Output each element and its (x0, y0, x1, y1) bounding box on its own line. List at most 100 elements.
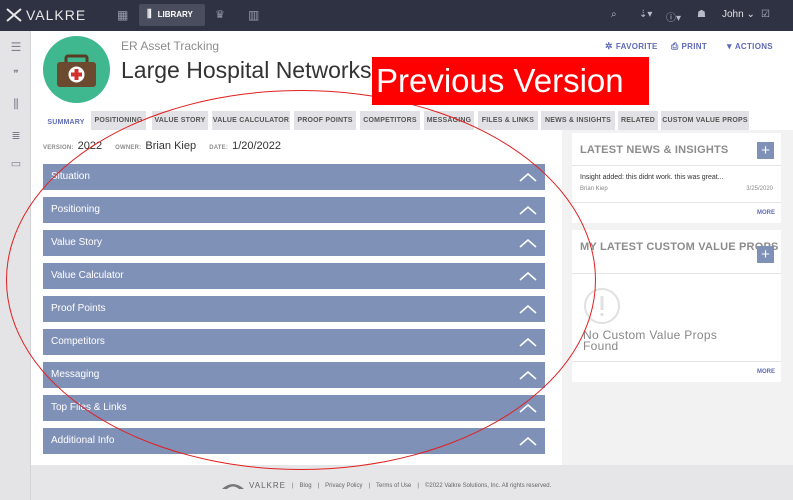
help-icon[interactable]: ⓘ▾ (666, 9, 681, 24)
owner-label: OWNER: (115, 145, 142, 151)
section-value-calculator[interactable]: Value Calculator (43, 263, 545, 289)
tab-value-story[interactable]: VALUE STORY (152, 111, 208, 130)
tab-related[interactable]: RELATED (618, 111, 658, 130)
star-icon: ✲ (605, 41, 613, 51)
section-proof-points[interactable]: Proof Points (43, 296, 545, 322)
favorite-button[interactable]: ✲ FAVORITE (605, 41, 658, 52)
chevron-up-icon[interactable] (519, 371, 537, 380)
comment-icon[interactable]: ▭ (9, 157, 23, 171)
tab-value-calculator[interactable]: VALUE CALCULATOR (212, 111, 290, 130)
checkbox-icon[interactable]: ☑ (761, 9, 770, 20)
search-icon[interactable]: ⌕ (611, 9, 617, 20)
date-label: DATE: (209, 145, 229, 151)
date-value: 1/20/2022 (232, 140, 282, 152)
tab-competitors[interactable]: COMPETITORS (360, 111, 420, 130)
network-icon[interactable]: ☗ (697, 9, 706, 20)
chevron-up-icon[interactable] (519, 437, 537, 446)
section-label: Value Calculator (51, 270, 124, 281)
chevron-up-icon[interactable] (519, 338, 537, 347)
tab-messaging[interactable]: MESSAGING (424, 111, 474, 130)
library-label: LIBRARY (157, 10, 193, 19)
section-label: Situation (51, 171, 90, 182)
news-item-date: 3/25/2020 (746, 186, 773, 192)
first-aid-kit-icon (57, 54, 96, 87)
user-menu[interactable]: John ⌄ (722, 9, 755, 20)
page-title: Large Hospital Networks (121, 57, 372, 83)
library-icon: ⫼ (147, 9, 152, 20)
valkre-x-icon (6, 8, 22, 22)
brand-logo[interactable]: VALKRE (6, 7, 86, 23)
page-footer: VALKRE | Blog | Privacy Policy | Terms o… (31, 465, 793, 500)
version-meta: VERSION: 2022 OWNER: Brian Kiep DATE: 1/20/… (43, 140, 291, 152)
tab-files-links[interactable]: FILES & LINKS (478, 111, 538, 130)
section-additional-info[interactable]: Additional Info (43, 428, 545, 454)
footer-blog-link[interactable]: Blog (300, 483, 312, 489)
owner-value: Brian Kiep (145, 140, 197, 152)
section-label: Additional Info (51, 435, 115, 446)
favorite-label: FAVORITE (615, 42, 658, 51)
library-rail-icon[interactable]: ⫼ (9, 97, 23, 111)
footer-privacy-link[interactable]: Privacy Policy (325, 483, 362, 489)
section-tabs: SUMMARY POSITIONING VALUE STORY VALUE CA… (31, 108, 793, 130)
section-competitors[interactable]: Competitors (43, 329, 545, 355)
quote-icon[interactable]: ❞ (9, 69, 23, 83)
section-messaging[interactable]: Messaging (43, 362, 545, 388)
tab-news-insights[interactable]: NEWS & INSIGHTS (541, 111, 615, 130)
list-icon[interactable]: ≣ (9, 129, 23, 143)
section-positioning[interactable]: Positioning (43, 197, 545, 223)
custom-props-more-link[interactable]: MORE (757, 369, 775, 375)
news-card-title: LATEST NEWS & INSIGHTS (580, 144, 729, 156)
printer-icon: ⎙ (671, 41, 679, 51)
tab-summary[interactable]: SUMMARY (43, 111, 89, 130)
card-divider (572, 361, 781, 362)
exclamation-circle-icon (584, 288, 620, 324)
plus-icon: + (761, 142, 770, 159)
valkre-swoosh-icon (222, 484, 244, 489)
pin-icon[interactable]: ⇣▾ (639, 9, 652, 20)
news-item-text[interactable]: Insight added: this didnt work. this was… (580, 174, 724, 181)
chevron-up-icon[interactable] (519, 239, 537, 248)
left-rail: ☰ ❞ ⫼ ≣ ▭ (0, 31, 31, 500)
actions-label: ACTIONS (734, 42, 773, 51)
menu-icon[interactable]: ☰ (9, 40, 23, 54)
news-insights-card: LATEST NEWS & INSIGHTS + Insight added: … (572, 133, 781, 223)
user-name: John (722, 9, 744, 20)
brand-name: VALKRE (26, 7, 87, 23)
section-label: Value Story (51, 237, 102, 248)
version-label: VERSION: (43, 145, 74, 151)
footer-separator: | (317, 482, 320, 489)
tab-custom-value-props[interactable]: CUSTOM VALUE PROPS (661, 111, 749, 130)
footer-terms-link[interactable]: Terms of Use (376, 483, 411, 489)
section-label: Top Files & Links (51, 402, 127, 413)
print-button[interactable]: ⎙ PRINT (671, 41, 707, 52)
section-situation[interactable]: Situation (43, 164, 545, 190)
footer-links: VALKRE | Blog | Privacy Policy | Terms o… (221, 481, 551, 490)
card-divider (572, 273, 781, 274)
section-label: Competitors (51, 336, 105, 347)
crown-icon[interactable]: ♛ (215, 8, 225, 21)
section-label: Positioning (51, 204, 100, 215)
empty-state-text: No Custom Value Props Found (583, 328, 718, 353)
section-label: Proof Points (51, 303, 106, 314)
actions-button[interactable]: ▾ ACTIONS (727, 41, 773, 52)
chevron-up-icon[interactable] (519, 404, 537, 413)
section-value-story[interactable]: Value Story (43, 230, 545, 256)
section-top-files-links[interactable]: Top Files & Links (43, 395, 545, 421)
tab-proof-points[interactable]: PROOF POINTS (294, 111, 356, 130)
grid-icon[interactable]: ▦ (117, 8, 128, 22)
chevron-up-icon[interactable] (519, 173, 537, 182)
card-divider (572, 165, 781, 166)
chevron-up-icon[interactable] (519, 206, 537, 215)
tab-positioning[interactable]: POSITIONING (91, 111, 146, 130)
add-custom-prop-button[interactable]: + (757, 246, 774, 263)
card-divider (572, 202, 781, 203)
print-label: PRINT (681, 42, 708, 51)
footer-separator: | (291, 482, 294, 489)
add-insight-button[interactable]: + (757, 142, 774, 159)
library-nav-button[interactable]: ⫼ LIBRARY (139, 4, 205, 26)
chevron-up-icon[interactable] (519, 305, 537, 314)
chart-icon[interactable]: ▥ (248, 8, 259, 22)
news-more-link[interactable]: MORE (757, 210, 775, 216)
asset-avatar (43, 36, 110, 103)
chevron-up-icon[interactable] (519, 272, 537, 281)
